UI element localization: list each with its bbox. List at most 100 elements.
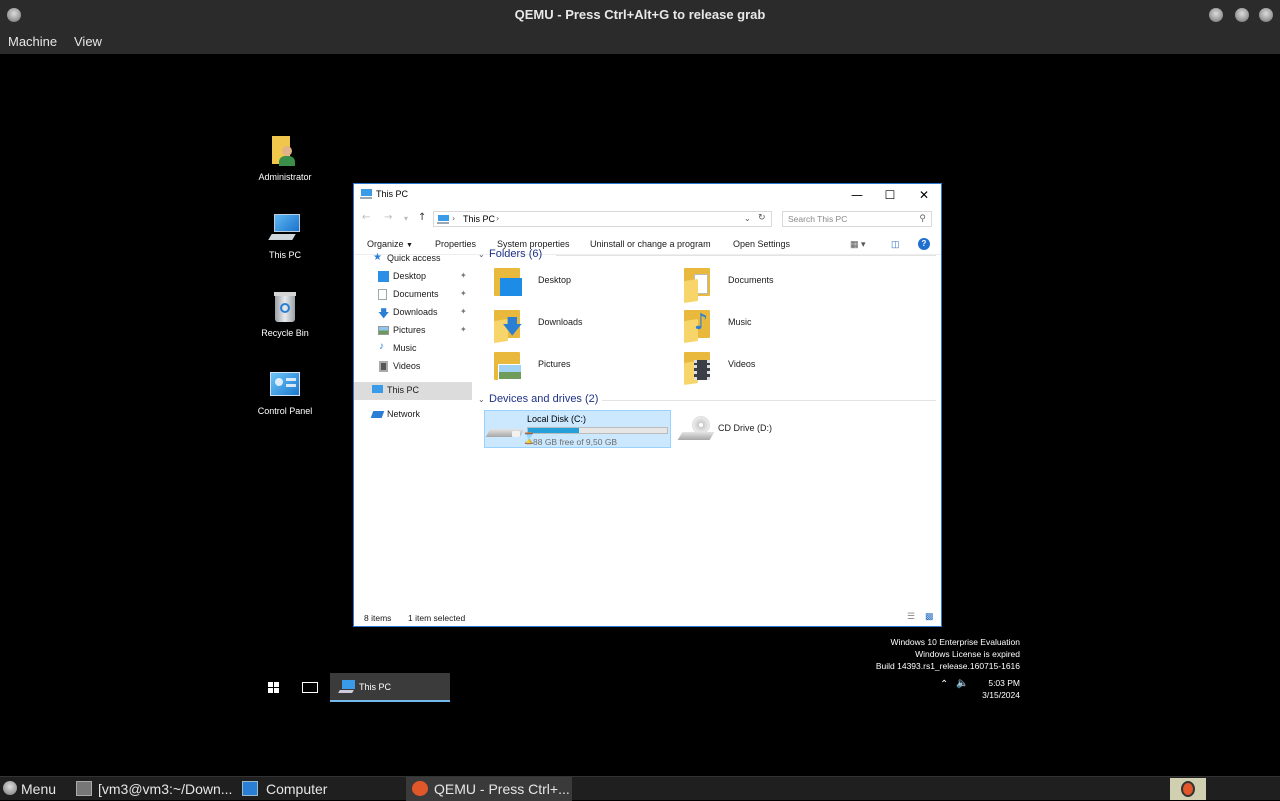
pictures-folder-icon [490, 348, 524, 382]
folder-tile-downloads[interactable]: 🡇 Downloads [488, 304, 668, 344]
close-button[interactable]: ✕ [907, 184, 941, 206]
group-header-folders[interactable]: Folders (6) [489, 248, 542, 260]
desktop-icon-administrator[interactable]: Administrator [245, 134, 325, 182]
maximize-button[interactable]: ☐ [873, 184, 907, 206]
nav-item-desktop[interactable]: Desktop ✦ [354, 268, 472, 286]
content-pane: ⌄ Folders (6) Desktop Documents 🡇 Downlo… [476, 248, 938, 606]
qemu-tray-icon[interactable] [1170, 778, 1206, 800]
back-icon[interactable]: ← [362, 212, 370, 223]
open-settings-button[interactable]: Open Settings [733, 239, 790, 249]
nav-item-label: Videos [393, 361, 421, 371]
large-icons-view-icon[interactable]: ▩ [925, 611, 934, 622]
this-pc-icon [372, 385, 383, 393]
folder-label: Music [728, 317, 752, 327]
view-options-icon[interactable]: ▦ ▾ [850, 239, 866, 250]
music-folder-icon: ♪ [680, 306, 714, 343]
breadcrumb-chevron-icon[interactable]: › [496, 214, 499, 223]
nav-item-documents[interactable]: Documents ✦ [354, 286, 472, 304]
status-item-count: 8 items [364, 613, 392, 623]
host-task-terminal[interactable]: [vm3@vm3:~/Down... [70, 777, 236, 801]
desktop-icon-control-panel[interactable]: Control Panel [245, 368, 325, 416]
uninstall-program-button[interactable]: Uninstall or change a program [590, 239, 711, 249]
folder-tile-desktop[interactable]: Desktop [488, 262, 668, 302]
nav-item-downloads[interactable]: 🡇 Downloads ✦ [354, 304, 472, 322]
folder-tile-videos[interactable]: Videos [678, 346, 858, 386]
properties-button[interactable]: Properties [435, 239, 476, 249]
watermark-line: Windows License is expired [915, 649, 1020, 659]
nav-item-network[interactable]: Network [354, 406, 472, 424]
computer-icon [268, 212, 302, 246]
drive-tile-cd-drive-d[interactable]: CD Drive (D:) [676, 410, 856, 448]
explorer-titlebar[interactable]: This PC — ☐ ✕ [354, 184, 941, 206]
documents-icon [378, 289, 387, 300]
hard-drive-icon [485, 427, 525, 441]
desktop-icon-this-pc[interactable]: This PC [245, 212, 325, 260]
refresh-icon[interactable]: ↻ [758, 213, 766, 223]
drive-tile-local-disk-c[interactable]: Local Disk (C:) ⌛ 88 GB free of 9,50 GB [484, 410, 671, 448]
recycle-bin-icon [268, 290, 302, 324]
pin-icon[interactable]: ✦ [460, 307, 467, 316]
collapse-chevron-icon[interactable]: ⌄ [478, 250, 485, 259]
up-icon[interactable]: ↑ [418, 212, 426, 223]
network-icon [370, 411, 385, 418]
terminal-icon [76, 781, 92, 796]
desktop-icon-label: Control Panel [257, 406, 313, 416]
nav-item-label: Pictures [393, 325, 426, 335]
nav-item-music[interactable]: ♪ Music [354, 340, 472, 358]
breadcrumb[interactable]: This PC [463, 214, 495, 224]
menu-machine[interactable]: Machine [8, 34, 57, 49]
taskbar-item-this-pc[interactable]: This PC [330, 673, 450, 702]
pin-icon[interactable]: ✦ [460, 325, 467, 334]
nav-item-pictures[interactable]: Pictures ✦ [354, 322, 472, 340]
address-row: ← → ▾ ↑ › This PC › ⌄ ↻ Search This PC ⚲ [354, 208, 941, 230]
address-bar[interactable]: › This PC › ⌄ ↻ [433, 211, 772, 227]
nav-item-videos[interactable]: Videos [354, 358, 472, 376]
nav-item-label: Quick access [387, 253, 441, 263]
maximize-icon[interactable] [1235, 8, 1249, 22]
host-menu-button[interactable]: Menu [0, 777, 70, 801]
pin-icon[interactable]: ✦ [460, 289, 467, 298]
search-input[interactable]: Search This PC ⚲ [782, 211, 932, 227]
desktop-icon-recycle-bin[interactable]: Recycle Bin [245, 290, 325, 338]
downloads-folder-icon: 🡇 [490, 306, 524, 343]
nav-item-quick-access[interactable]: ★ Quick access [354, 250, 472, 266]
volume-muted-icon[interactable]: 🔈 [956, 678, 968, 689]
pin-icon[interactable]: ✦ [460, 271, 467, 280]
minimize-button[interactable]: — [840, 184, 874, 206]
menu-label: Menu [21, 781, 57, 797]
organize-button[interactable]: Organize ▼ [367, 239, 413, 249]
documents-folder-icon [680, 264, 714, 303]
recent-locations-icon[interactable]: ▾ [404, 214, 408, 223]
folder-label: Documents [728, 275, 774, 285]
details-view-icon[interactable]: ☰ [907, 611, 915, 622]
nav-item-label: Desktop [393, 271, 427, 281]
menu-view[interactable]: View [74, 34, 102, 49]
address-dropdown-icon[interactable]: ⌄ [744, 214, 751, 223]
forward-icon[interactable]: → [384, 212, 392, 223]
folder-tile-documents[interactable]: Documents [678, 262, 858, 303]
folder-tile-pictures[interactable]: Pictures [488, 346, 668, 386]
tray-clock[interactable]: 5:03 PM 3/15/2024 [982, 677, 1020, 701]
qemu-titlebar: QEMU - Press Ctrl+Alt+G to release grab [0, 0, 1280, 30]
windows-start-icon[interactable] [268, 682, 280, 694]
collapse-chevron-icon[interactable]: ⌄ [478, 395, 485, 404]
status-selection-count: 1 item selected [408, 613, 466, 623]
help-icon[interactable]: ? [918, 238, 930, 250]
menu-logo-icon [3, 781, 17, 795]
group-divider [556, 255, 936, 256]
drive-usage-bar [527, 427, 668, 434]
qemu-icon [412, 781, 428, 796]
task-view-icon[interactable] [302, 682, 318, 693]
preview-pane-icon[interactable]: ◫ [891, 239, 900, 250]
nav-item-label: Music [393, 343, 417, 353]
host-task-qemu[interactable]: QEMU - Press Ctrl+... [406, 777, 572, 801]
close-icon[interactable] [1259, 8, 1273, 22]
host-task-computer[interactable]: Computer [236, 777, 402, 801]
nav-item-this-pc[interactable]: This PC [354, 382, 472, 400]
show-hidden-icons-chevron-icon[interactable]: ⌃ [940, 679, 948, 690]
minimize-icon[interactable] [1209, 8, 1223, 22]
folder-tile-music[interactable]: ♪ Music [678, 304, 858, 344]
task-label: QEMU - Press Ctrl+... [434, 781, 570, 797]
group-header-drives[interactable]: Devices and drives (2) [489, 393, 598, 405]
drive-label: Local Disk (C:) [527, 414, 587, 424]
